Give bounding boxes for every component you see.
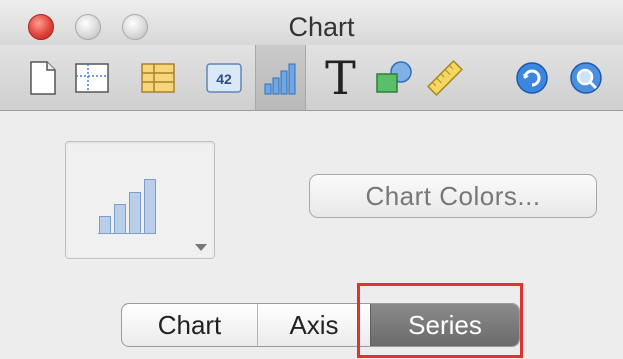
tab-series[interactable]: Series <box>370 304 519 346</box>
bar-chart-icon <box>264 63 295 94</box>
metrics-inspector-button[interactable] <box>419 45 470 110</box>
chart-type-bar-icon <box>144 179 156 234</box>
layout-icon <box>74 62 109 93</box>
inspector-tab-control: Chart Axis Series <box>121 303 520 347</box>
chart-type-bar-icon <box>99 216 111 234</box>
window-title: Chart <box>288 12 355 42</box>
chart-inspector-button[interactable] <box>255 45 306 110</box>
quicktime-inspector-button[interactable] <box>560 45 611 110</box>
quicktime-icon <box>515 61 548 94</box>
document-inspector-button[interactable] <box>17 45 68 110</box>
inspector-toolbar: 42 T <box>0 45 623 111</box>
chart-inspector-panel: Chart Colors... Chart Axis Series <box>0 111 623 359</box>
hyperlink-inspector-button[interactable] <box>506 45 557 110</box>
text-inspector-button[interactable]: T <box>315 45 366 110</box>
shapes-icon <box>375 60 412 93</box>
number-format-button[interactable]: 42 <box>198 45 249 110</box>
text-icon: T <box>325 50 356 105</box>
table-icon <box>140 62 175 93</box>
window-titlebar: Chart <box>0 0 623 46</box>
search-icon <box>569 61 602 94</box>
chart-colors-button[interactable]: Chart Colors... <box>309 174 597 218</box>
document-icon <box>29 60 56 95</box>
table-inspector-button[interactable] <box>132 45 183 110</box>
tab-axis[interactable]: Axis <box>258 304 370 346</box>
number-icon-label: 42 <box>216 71 232 87</box>
tab-chart[interactable]: Chart <box>122 304 258 346</box>
chart-type-baseline <box>98 233 156 234</box>
number-icon: 42 <box>205 62 242 93</box>
dropdown-arrow-icon[interactable] <box>195 244 207 251</box>
ruler-icon <box>426 59 463 96</box>
chart-type-bar-icon <box>129 192 141 234</box>
chart-type-selector[interactable] <box>65 141 215 259</box>
graphic-inspector-button[interactable] <box>368 45 419 110</box>
chart-type-bar-icon <box>114 204 126 234</box>
layout-inspector-button[interactable] <box>66 45 117 110</box>
